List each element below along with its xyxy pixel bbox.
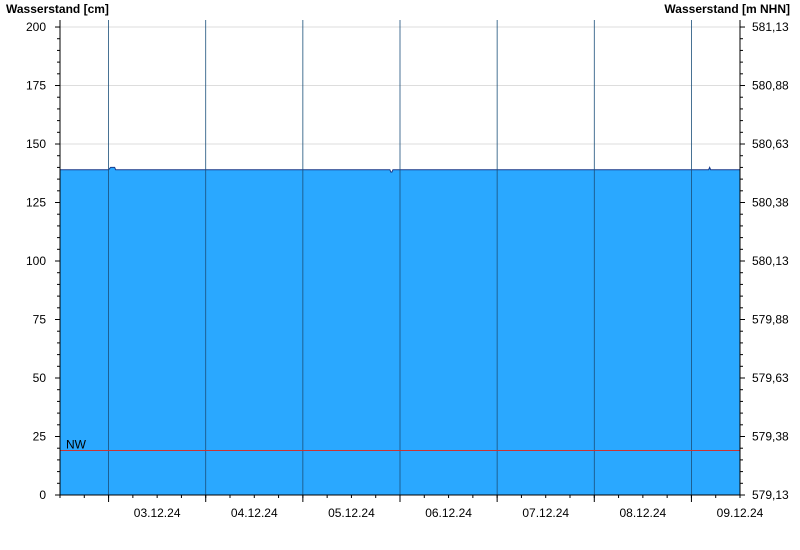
left-axis-title: Wasserstand [cm] xyxy=(6,2,109,16)
x-tick-label: 05.12.24 xyxy=(328,506,375,520)
x-tick-label: 06.12.24 xyxy=(425,506,472,520)
x-tick-label: 03.12.24 xyxy=(134,506,181,520)
x-tick-label: 07.12.24 xyxy=(522,506,569,520)
x-tick-label: 08.12.24 xyxy=(619,506,666,520)
left-y-tick-labels: 0 25 50 75 100 125 150 175 200 xyxy=(26,20,46,502)
right-y-tick-labels: 579,13 579,38 579,63 579,88 580,13 580,38 580,… xyxy=(752,20,789,502)
right-tick-label: 579,13 xyxy=(752,488,789,502)
x-tick-label: 04.12.24 xyxy=(231,506,278,520)
right-tick-label: 580,63 xyxy=(752,137,789,151)
x-tick-labels: 03.12.24 04.12.24 05.12.24 06.12.24 07.12.24… xyxy=(134,506,764,520)
left-tick-label: 50 xyxy=(33,371,47,385)
right-axis-title: Wasserstand [m NHN] xyxy=(664,2,790,16)
right-tick-label: 580,38 xyxy=(752,196,789,210)
left-tick-label: 0 xyxy=(39,488,46,502)
water-level-chart: Wasserstand [cm] Wasserstand [m NHN] NW … xyxy=(6,2,790,520)
right-tick-label: 580,88 xyxy=(752,79,789,93)
right-tick-label: 579,63 xyxy=(752,371,789,385)
left-tick-label: 150 xyxy=(26,137,46,151)
left-tick-label: 25 xyxy=(33,430,47,444)
left-tick-label: 200 xyxy=(26,20,46,34)
nw-label: NW xyxy=(66,438,87,452)
right-tick-label: 580,13 xyxy=(752,254,789,268)
left-tick-label: 100 xyxy=(26,254,46,268)
left-tick-label: 75 xyxy=(33,313,47,327)
left-tick-label: 125 xyxy=(26,196,46,210)
left-tick-label: 175 xyxy=(26,79,46,93)
right-tick-label: 579,38 xyxy=(752,430,789,444)
right-tick-label: 579,88 xyxy=(752,313,789,327)
right-tick-label: 581,13 xyxy=(752,20,789,34)
x-tick-label: 09.12.24 xyxy=(717,506,764,520)
